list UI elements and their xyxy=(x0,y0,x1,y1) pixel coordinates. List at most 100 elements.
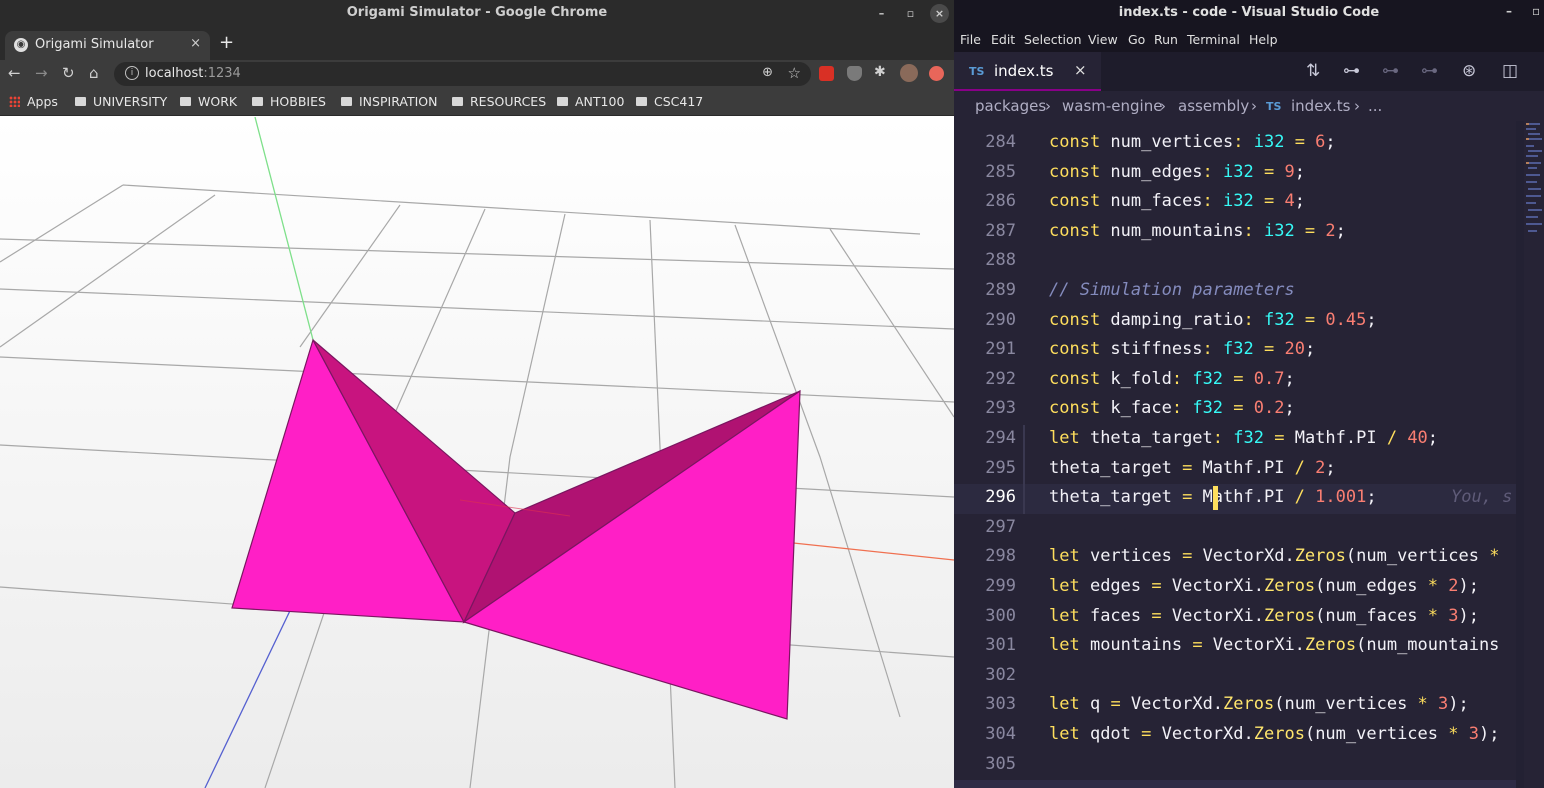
minimize-icon[interactable]: – xyxy=(872,4,891,23)
bookmark-label: WORK xyxy=(198,94,238,109)
tab-close-icon[interactable]: × xyxy=(190,36,201,51)
breadcrumb-assembly[interactable]: assembly xyxy=(1178,97,1249,115)
horizontal-scrollbar[interactable] xyxy=(954,780,1516,788)
menu-terminal[interactable]: Terminal xyxy=(1187,32,1240,47)
next-change-icon[interactable]: ⊶ xyxy=(1421,61,1438,81)
code-token: i32 xyxy=(1253,132,1285,152)
code-line[interactable]: 304 let qdot = VectorXd.Zeros(num_vertice… xyxy=(954,721,1516,751)
code-line[interactable]: 286 const num_faces: i32 = 4; xyxy=(954,188,1516,218)
code-token: vertices xyxy=(1089,546,1172,567)
code-line[interactable]: 293 const k_face: f32 = 0.2; xyxy=(954,395,1516,425)
code-token: theta_target xyxy=(1089,428,1213,448)
menu-run[interactable]: Run xyxy=(1154,32,1178,47)
code-token: = xyxy=(1171,546,1203,567)
origami-3d-viewport[interactable] xyxy=(0,117,954,788)
code-line[interactable]: 288 xyxy=(954,247,1516,277)
breadcrumb-index-ts[interactable]: index.ts xyxy=(1291,97,1351,115)
code-token: VectorXi. xyxy=(1171,576,1264,596)
menu-help[interactable]: Help xyxy=(1249,32,1278,47)
previous-change-icon[interactable]: ⊶ xyxy=(1382,61,1399,81)
menu-edit[interactable]: Edit xyxy=(991,32,1015,47)
editor-scrollbar[interactable] xyxy=(1516,121,1524,788)
minimap[interactable] xyxy=(1524,121,1544,251)
menu-view[interactable]: View xyxy=(1088,32,1118,47)
home-icon[interactable]: ⌂ xyxy=(89,64,99,82)
code-line[interactable]: 296 theta_target = Mathf.PI / 1.001; You, … xyxy=(954,484,1516,514)
bookmark-university[interactable]: UNIVERSITY xyxy=(75,94,167,109)
breadcrumb-wasm-engine[interactable]: wasm-engine xyxy=(1062,97,1162,115)
tab-origami-simulator[interactable]: ◉ Origami Simulator × xyxy=(5,31,210,60)
minimize-icon[interactable]: – xyxy=(1506,4,1512,18)
line-number: 293 xyxy=(985,398,1016,419)
tab-close-icon[interactable]: × xyxy=(1074,61,1087,79)
code-editor[interactable]: 284 const num_vertices: i32 = 6; 285 const … xyxy=(954,121,1544,788)
code-token: = xyxy=(1263,428,1295,448)
source-control-compare-icon[interactable]: ⇅ xyxy=(1306,61,1320,81)
bookmark-work[interactable]: WORK xyxy=(180,94,237,109)
code-line[interactable]: 292 const k_fold: f32 = 0.7; xyxy=(954,366,1516,396)
bookmark-inspiration[interactable]: INSPIRATION xyxy=(341,94,437,109)
code-line[interactable]: 295 theta_target = Mathf.PI / 2; xyxy=(954,455,1516,485)
profile-avatar[interactable] xyxy=(900,64,918,82)
bookmark-resources[interactable]: RESOURCES xyxy=(452,94,546,109)
code-token: 0.7 xyxy=(1253,368,1285,389)
code-token: : xyxy=(1243,309,1264,330)
git-lens-icon[interactable]: ⊛ xyxy=(1462,61,1476,81)
bookmark-csc417[interactable]: CSC417 xyxy=(636,94,703,109)
address-bar[interactable]: i localhost:1234 ⊕ ☆ xyxy=(114,62,811,86)
puzzle-extensions-icon[interactable]: ✱ xyxy=(874,64,886,80)
maximize-icon[interactable]: ▫ xyxy=(1532,4,1540,18)
tab-index-ts[interactable]: TS index.ts × xyxy=(954,52,1101,91)
code-token: VectorXi. xyxy=(1212,635,1305,656)
code-text: const k_face: f32 = 0.2; xyxy=(1049,398,1295,418)
close-window-icon[interactable]: × xyxy=(930,4,949,23)
origami-scene[interactable] xyxy=(0,117,954,788)
update-icon[interactable] xyxy=(929,66,944,81)
split-editor-icon[interactable]: ◫ xyxy=(1502,61,1518,81)
code-token: num_vertices xyxy=(1110,132,1234,152)
code-line[interactable]: 301 let mountains = VectorXi.Zeros(num_mo… xyxy=(954,632,1516,662)
code-line[interactable]: 302 xyxy=(954,662,1516,692)
code-line[interactable]: 287 const num_mountains: i32 = 2; xyxy=(954,218,1516,248)
reload-icon[interactable]: ↻ xyxy=(62,64,75,82)
code-line[interactable]: 297 xyxy=(954,514,1516,544)
folder-icon xyxy=(180,97,191,106)
code-line[interactable]: 303 let q = VectorXd.Zeros(num_vertices *… xyxy=(954,691,1516,721)
back-arrow-icon[interactable]: ← xyxy=(8,64,21,82)
breadcrumb-symbol[interactable]: ... xyxy=(1368,97,1382,115)
bookmark-ant100[interactable]: ANT100 xyxy=(557,94,624,109)
zoom-icon[interactable]: ⊕ xyxy=(762,65,773,80)
git-commit-icon[interactable]: ⊶ xyxy=(1343,61,1360,81)
code-token: : xyxy=(1171,398,1193,419)
code-line[interactable]: 298 let vertices = VectorXd.Zeros(num_ver… xyxy=(954,543,1516,573)
code-line[interactable]: 299 let edges = VectorXi.Zeros(num_edges … xyxy=(954,573,1516,603)
code-token: 4 xyxy=(1284,191,1295,212)
code-line[interactable]: 300 let faces = VectorXi.Zeros(num_faces … xyxy=(954,603,1516,633)
bookmark-hobbies[interactable]: HOBBIES xyxy=(252,94,326,109)
forward-arrow-icon[interactable]: → xyxy=(35,64,48,82)
bookmark-star-icon[interactable]: ☆ xyxy=(788,64,801,82)
menu-file[interactable]: File xyxy=(960,32,981,47)
code-line[interactable]: 305 xyxy=(954,751,1516,781)
chrome-tabstrip: ◉ Origami Simulator × + xyxy=(0,27,954,60)
code-line[interactable]: 291 const stiffness: f32 = 20; xyxy=(954,336,1516,366)
code-token: / xyxy=(1284,457,1316,478)
menu-go[interactable]: Go xyxy=(1128,32,1145,47)
code-token: i32 xyxy=(1263,220,1295,241)
breadcrumb-packages[interactable]: packages xyxy=(975,97,1046,115)
menu-selection[interactable]: Selection xyxy=(1024,32,1082,47)
extension-red-icon[interactable] xyxy=(819,66,834,81)
bookmark-apps[interactable]: Apps xyxy=(9,94,58,109)
code-line[interactable]: 285 const num_edges: i32 = 9; xyxy=(954,159,1516,189)
breadcrumb: packages › wasm-engine › assembly › TS i… xyxy=(954,91,1544,121)
shield-extension-icon[interactable] xyxy=(847,66,862,81)
bookmark-label: ANT100 xyxy=(575,94,625,109)
site-info-icon[interactable]: i xyxy=(125,66,139,80)
new-tab-button[interactable]: + xyxy=(219,32,234,53)
code-line[interactable]: 294 let theta_target: f32 = Mathf.PI / 40… xyxy=(954,425,1516,455)
url-text[interactable]: localhost:1234 xyxy=(145,66,241,81)
maximize-icon[interactable]: ▫ xyxy=(901,4,920,23)
code-line[interactable]: 289 // Simulation parameters xyxy=(954,277,1516,307)
code-line[interactable]: 290 const damping_ratio: f32 = 0.45; xyxy=(954,307,1516,337)
code-line[interactable]: 284 const num_vertices: i32 = 6; xyxy=(954,129,1516,159)
